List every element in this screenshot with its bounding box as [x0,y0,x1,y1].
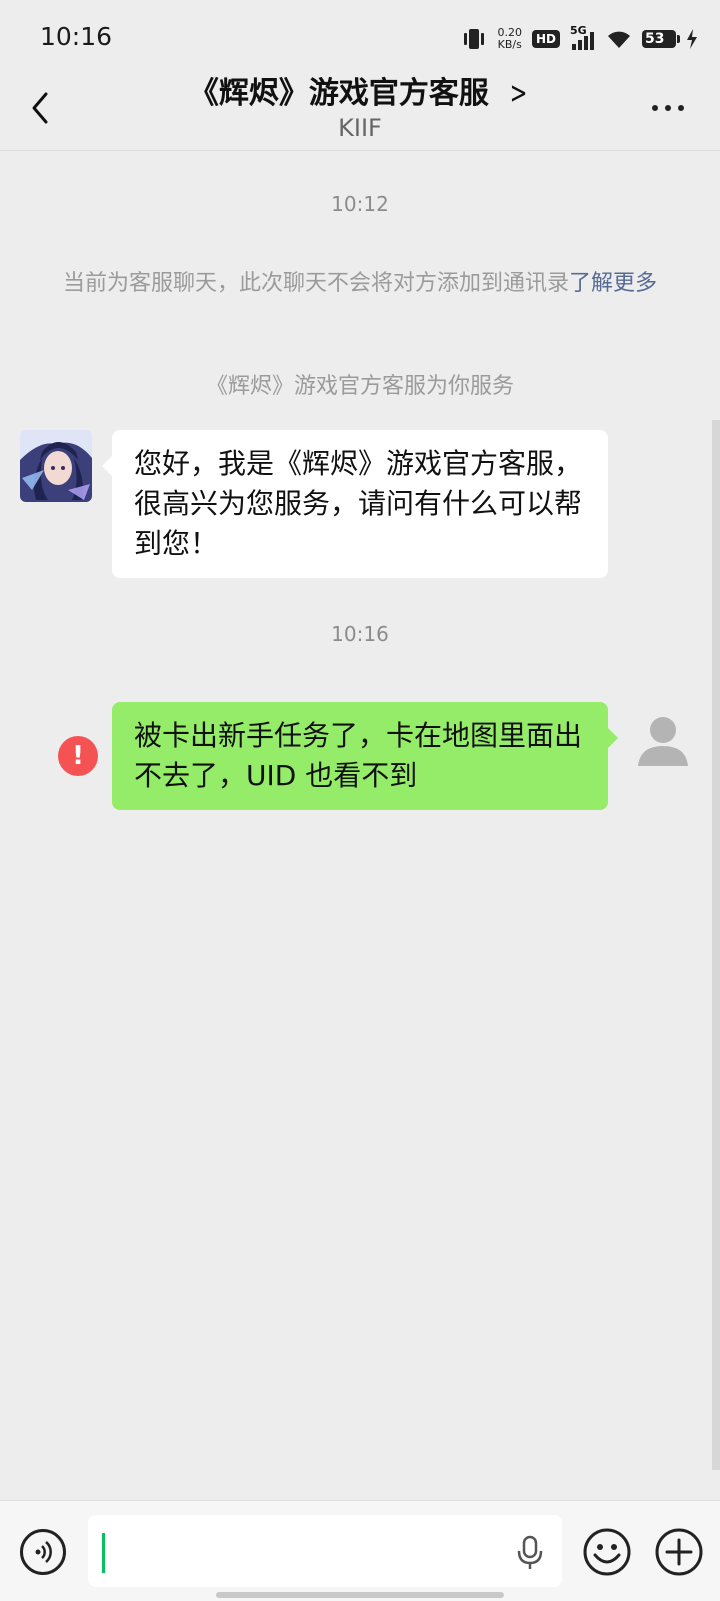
user-avatar[interactable] [628,706,698,776]
chat-title[interactable]: 《辉烬》游戏官方客服 > [0,68,720,112]
vibrate-icon [464,29,485,49]
battery-level: 53 [645,31,665,47]
emoji-button[interactable] [582,1527,632,1577]
status-icons: 0.20 KB/s HD 5G 53 [461,24,698,54]
voice-icon [35,1541,52,1563]
dot-icon [652,105,658,111]
message-text: 被卡出新手任务了，卡在地图里面出不去了，UID 也看不到 [134,719,583,792]
dot-icon [665,105,671,111]
chat-header: 《辉烬》游戏官方客服 > KIIF [0,62,720,151]
chevron-right-icon: > [509,76,528,111]
hd-icon: HD [531,30,560,48]
message-input[interactable] [88,1515,562,1587]
charging-icon [687,29,697,49]
battery-icon: 53 [642,30,680,48]
send-failed-icon[interactable]: ! [58,736,98,776]
more-options-button[interactable] [652,98,692,118]
chat-title-text: 《辉烬》游戏官方客服 [188,76,489,111]
home-indicator[interactable] [216,1592,504,1598]
timestamp: 10:16 [331,622,389,646]
incoming-message[interactable]: 您好，我是《辉烬》游戏官方客服，很高兴为您服务，请问有什么可以帮到您！ [102,430,608,578]
chat-subtitle: KIIF [338,114,382,142]
status-time: 10:16 [40,22,113,51]
input-bar [0,1500,720,1601]
timestamp: 10:12 [331,192,389,216]
service-intro: 《辉烬》游戏官方客服为你服务 [205,374,514,399]
add-more-button[interactable] [654,1527,704,1577]
outgoing-message[interactable]: 被卡出新手任务了，卡在地图里面出不去了，UID 也看不到 [112,702,618,810]
system-notice: 当前为客服聊天，此次聊天不会将对方添加到通讯录了解更多 [58,268,662,300]
network-speed-unit: KB/s [497,38,522,51]
voice-input-button[interactable] [20,1529,66,1575]
system-notice-text: 当前为客服聊天，此次聊天不会将对方添加到通讯录 [62,271,569,296]
text-caret [102,1533,105,1573]
wifi-icon [608,31,630,48]
service-avatar[interactable] [20,430,92,502]
network-type-label: 5G [570,24,587,37]
dot-icon [678,105,684,111]
chat-scrollbar[interactable] [712,420,720,1470]
microphone-icon[interactable] [516,1535,544,1571]
learn-more-link[interactable]: 了解更多 [569,271,657,296]
message-text: 您好，我是《辉烬》游戏官方客服，很高兴为您服务，请问有什么可以帮到您！ [134,447,583,560]
signal-5g-icon: 5G [570,24,596,50]
network-speed: 0.20 KB/s [497,27,522,51]
